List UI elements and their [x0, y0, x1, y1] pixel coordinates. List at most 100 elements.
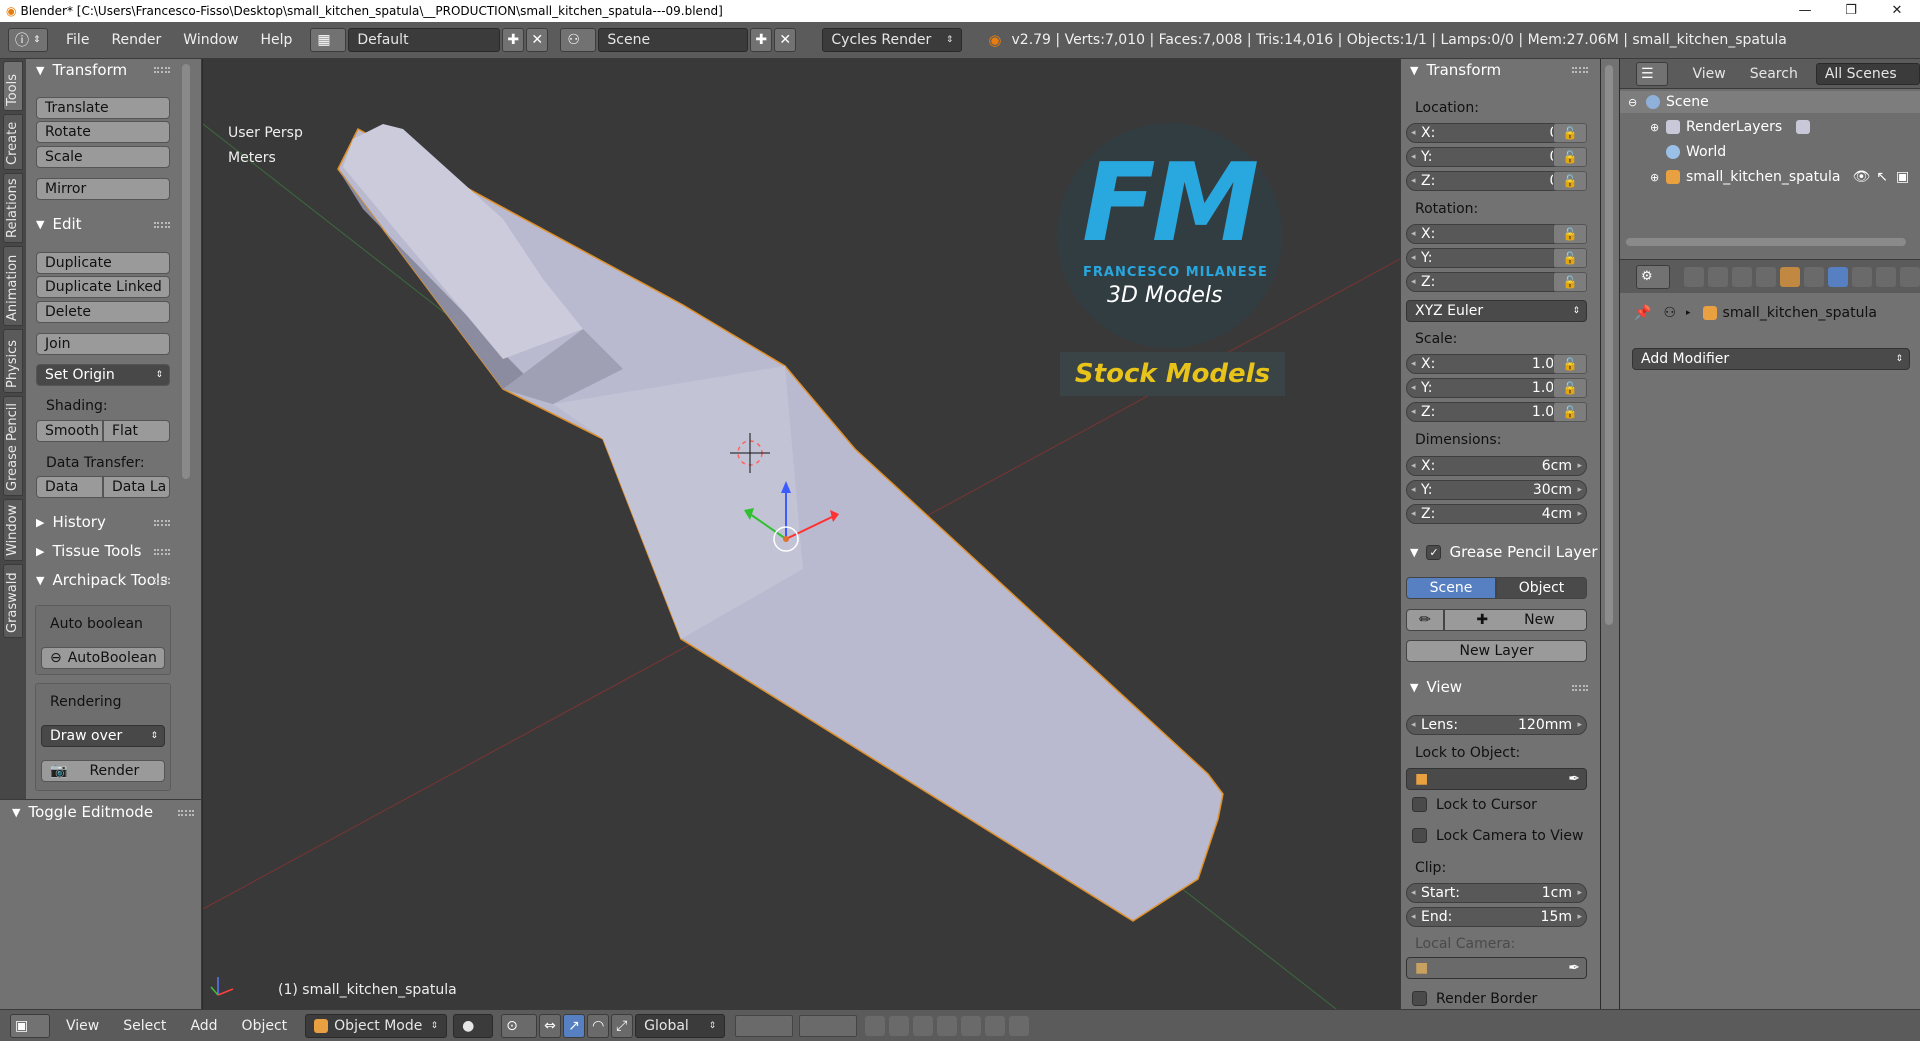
proportional-falloff-icon[interactable] — [913, 1015, 934, 1036]
join-button[interactable]: Join — [36, 333, 170, 355]
menu-file[interactable]: File — [66, 32, 89, 48]
modifiers-tab-icon[interactable] — [1828, 266, 1848, 287]
render-border-checkbox[interactable] — [1412, 991, 1427, 1006]
lock-layer-icon[interactable] — [865, 1015, 886, 1036]
scene-name-field[interactable]: Scene — [598, 28, 749, 52]
grease-scene-button[interactable]: Scene — [1406, 577, 1496, 599]
duplicate-linked-button[interactable]: Duplicate Linked — [36, 276, 170, 298]
outliner-scrollbar[interactable] — [1626, 238, 1906, 246]
tab-tools[interactable]: Tools — [3, 61, 23, 111]
render-button[interactable]: 📷 Render — [41, 760, 165, 782]
scale-manipulator[interactable]: ⤢ — [611, 1013, 634, 1038]
scene-add-button[interactable]: ✚ — [750, 28, 773, 52]
menu-select[interactable]: Select — [123, 1018, 166, 1034]
set-origin-select[interactable]: Set Origin ⇕ — [36, 364, 170, 386]
lock-object-field[interactable]: ■ ✒ — [1406, 768, 1587, 790]
clip-end-field[interactable]: End:15m — [1406, 907, 1587, 927]
translate-manipulator[interactable]: ↗ — [563, 1013, 586, 1038]
tab-graswald[interactable]: Graswald — [3, 564, 23, 638]
lock-rotation-x-icon[interactable]: 🔓 — [1553, 224, 1587, 244]
lock-to-cursor-checkbox[interactable] — [1412, 797, 1427, 812]
cursor-icon[interactable]: ↖ — [1876, 169, 1888, 185]
mode-select[interactable]: Object Mode ⇕ — [305, 1013, 448, 1038]
eyedropper-icon[interactable]: ✒ — [1568, 960, 1580, 976]
scene-delete-button[interactable]: ✕ — [774, 28, 797, 52]
outliner-item-world[interactable]: World — [1620, 141, 1920, 163]
scene-browse-button[interactable]: ⚇ — [560, 28, 597, 52]
scene-tab-icon[interactable] — [1732, 266, 1752, 287]
object-tab-icon[interactable] — [1780, 266, 1800, 287]
data-button[interactable]: Data — [36, 476, 103, 498]
lens-field[interactable]: Lens:120mm — [1406, 715, 1587, 735]
material-tab-icon[interactable] — [1876, 266, 1896, 287]
drag-grip-icon[interactable] — [178, 810, 194, 816]
3d-view-editor-type-button[interactable]: ▣ — [10, 1013, 50, 1038]
snap-icon[interactable] — [937, 1015, 958, 1036]
pin-icon[interactable]: 📌 — [1634, 305, 1651, 321]
lock-scale-x-icon[interactable]: 🔓 — [1553, 354, 1587, 374]
menu-help[interactable]: Help — [260, 32, 292, 48]
drag-grip-icon[interactable] — [154, 222, 170, 228]
world-tab-icon[interactable] — [1756, 266, 1776, 287]
lock-location-x-icon[interactable]: 🔓 — [1553, 123, 1587, 143]
view-panel-header[interactable]: ▼ View — [1410, 678, 1462, 696]
eyedropper-icon[interactable]: ✒ — [1568, 771, 1580, 787]
opengl-render-icon[interactable] — [985, 1015, 1006, 1036]
lock-camera-checkbox[interactable] — [1412, 828, 1427, 843]
eye-icon[interactable]: 👁 — [1852, 169, 1870, 185]
lock-scale-y-icon[interactable]: 🔓 — [1553, 378, 1587, 398]
opengl-animation-icon[interactable] — [1009, 1015, 1030, 1036]
tab-grease-pencil[interactable]: Grease Pencil — [3, 396, 23, 496]
layers-group-1-icon[interactable] — [735, 1014, 794, 1037]
layout-browse-button[interactable]: ▦ — [310, 28, 347, 52]
duplicate-button[interactable]: Duplicate — [36, 252, 170, 274]
editor-type-button[interactable]: ⓘ ⇕ — [8, 28, 48, 52]
outliner-item-renderlayers[interactable]: ⊕ RenderLayers — [1620, 116, 1920, 138]
scale-button[interactable]: Scale — [36, 146, 170, 168]
transform-props-header[interactable]: ▼ Transform — [1410, 61, 1501, 79]
lock-location-z-icon[interactable]: 🔓 — [1553, 171, 1587, 191]
maximize-button[interactable]: ❐ — [1828, 0, 1874, 22]
outliner-menu-search[interactable]: Search — [1750, 66, 1798, 82]
dimension-x-field[interactable]: X:6cm — [1406, 456, 1587, 476]
rotation-mode-select[interactable]: XYZ Euler ⇕ — [1406, 300, 1587, 322]
menu-window[interactable]: Window — [183, 32, 238, 48]
layout-add-button[interactable]: ✚ — [502, 28, 525, 52]
toggle-editmode-header[interactable]: ▼ Toggle Editmode — [12, 803, 153, 821]
toolshelf-scrollbar[interactable] — [182, 64, 190, 479]
delete-button[interactable]: Delete — [36, 301, 170, 323]
expand-icon[interactable]: ⊕ — [1650, 121, 1666, 134]
rotate-manipulator[interactable]: ◠ — [587, 1013, 610, 1038]
rotate-button[interactable]: Rotate — [36, 121, 170, 143]
render-camera-icon[interactable]: ▣ — [1896, 169, 1909, 185]
property-editor-type-button[interactable]: ⚙ — [1636, 264, 1670, 289]
layers-tab-icon[interactable] — [1708, 266, 1728, 287]
lock-rotation-z-icon[interactable]: 🔓 — [1553, 272, 1587, 292]
add-modifier-select[interactable]: Add Modifier ⇕ — [1632, 348, 1910, 370]
draw-over-select[interactable]: Draw over ⇕ — [41, 725, 165, 747]
manipulator-toggle[interactable]: ⇔ — [539, 1013, 562, 1038]
drag-grip-icon[interactable] — [154, 578, 170, 584]
layout-delete-button[interactable]: ✕ — [526, 28, 549, 52]
translate-button[interactable]: Translate — [36, 97, 170, 119]
minimize-button[interactable]: — — [1782, 0, 1828, 22]
expand-icon[interactable]: ⊕ — [1650, 171, 1666, 184]
tab-window[interactable]: Window — [3, 499, 23, 561]
render-tab-icon[interactable] — [1684, 266, 1704, 287]
dimension-z-field[interactable]: Z:4cm — [1406, 504, 1587, 524]
menu-view[interactable]: View — [66, 1018, 99, 1034]
menu-object[interactable]: Object — [242, 1018, 288, 1034]
outliner-item-scene[interactable]: ⊖ Scene — [1620, 91, 1920, 113]
mirror-button[interactable]: Mirror — [36, 178, 170, 200]
history-panel-header[interactable]: ▶ History — [36, 513, 106, 531]
proportional-edit-icon[interactable] — [889, 1015, 910, 1036]
snap-element-icon[interactable] — [961, 1015, 982, 1036]
layer-buttons[interactable] — [735, 1014, 858, 1037]
shading-select[interactable]: ● — [453, 1013, 494, 1038]
clip-start-field[interactable]: Start:1cm — [1406, 883, 1587, 903]
lock-scale-z-icon[interactable]: 🔓 — [1553, 402, 1587, 422]
drag-grip-icon[interactable] — [154, 520, 170, 526]
archipack-panel-header[interactable]: ▼ Archipack Tools — [36, 571, 168, 589]
dimension-y-field[interactable]: Y:30cm — [1406, 480, 1587, 500]
drag-grip-icon[interactable] — [154, 67, 170, 73]
